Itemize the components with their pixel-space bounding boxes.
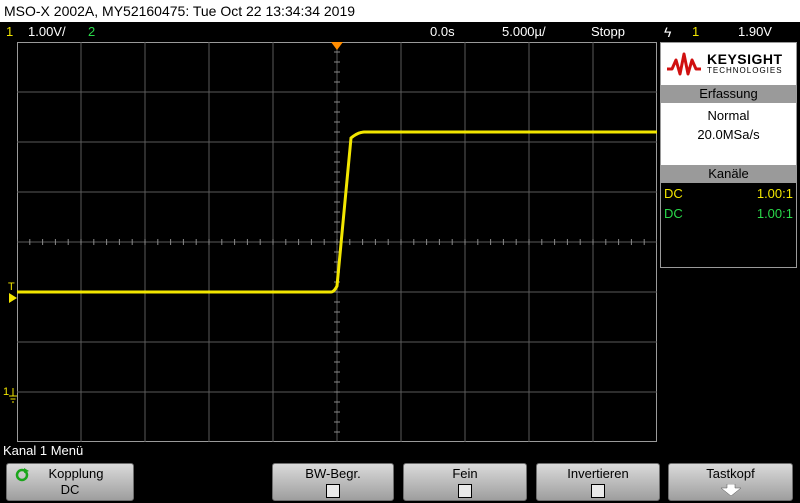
rotate-knob-icon: [15, 468, 29, 482]
fein-label: Fein: [452, 466, 478, 481]
channels-header: Kanäle: [661, 165, 796, 183]
probe-label: Tastkopf: [706, 466, 755, 481]
softkey-invertieren[interactable]: Invertieren: [536, 463, 660, 501]
time-delay: 0.0s: [430, 24, 455, 39]
menu-title: Kanal 1 Menü: [3, 443, 84, 458]
softkey-fein[interactable]: Fein: [403, 463, 527, 501]
trigger-level-arrow-icon: [9, 293, 17, 303]
status-bar: 1 1.00V/ 2 0.0s 5.000µ/ Stopp ϟ 1 1.90V: [0, 22, 800, 42]
keysight-logo: KEYSIGHT TECHNOLOGIES: [661, 43, 796, 87]
ch1-coupling: DC: [664, 186, 683, 201]
softkey-kopplung[interactable]: Kopplung DC: [6, 463, 134, 501]
trigger-level-marker-label: T: [8, 281, 15, 293]
run-state: Stopp: [591, 24, 625, 39]
time-scale: 5.000µ/: [502, 24, 546, 39]
invert-checkbox[interactable]: [591, 484, 605, 498]
ground-icon: [9, 388, 17, 403]
ch2-probe-ratio: 1.00:1: [756, 206, 793, 221]
trigger-edge-icon: ϟ: [664, 24, 672, 40]
acquisition-header: Erfassung: [661, 85, 796, 103]
fein-checkbox[interactable]: [458, 484, 472, 498]
ch1-probe-ratio: 1.00:1: [756, 186, 793, 201]
kopplung-value: DC: [60, 482, 80, 497]
trigger-position-marker: [331, 42, 343, 50]
trigger-source: 1: [692, 24, 700, 39]
sample-rate: 20.0MSa/s: [697, 127, 760, 142]
softkey-tastkopf[interactable]: Tastkopf: [668, 463, 793, 501]
trigger-level: 1.90V: [738, 24, 772, 39]
acquisition-body: Normal 20.0MSa/s: [661, 103, 796, 165]
ch1-indicator[interactable]: 1: [6, 22, 13, 42]
info-panel: KEYSIGHT TECHNOLOGIES Erfassung Normal 2…: [660, 42, 797, 268]
logo-brand: KEYSIGHT: [707, 51, 783, 67]
invert-label: Invertieren: [567, 466, 629, 481]
logo-sub: TECHNOLOGIES: [707, 66, 783, 75]
bw-label: BW-Begr.: [305, 466, 361, 481]
keysight-wave-icon: [667, 52, 701, 76]
softkey-bw-limit[interactable]: BW-Begr.: [272, 463, 394, 501]
ch2-coupling: DC: [664, 206, 683, 221]
graticule: [17, 42, 657, 442]
ch2-indicator[interactable]: 2: [88, 22, 95, 42]
bw-checkbox[interactable]: [326, 484, 340, 498]
acquisition-mode: Normal: [707, 108, 750, 123]
waveform-display[interactable]: [17, 42, 657, 442]
submenu-arrow-down-icon: [719, 483, 742, 497]
title-bar: MSO-X 2002A, MY52160475: Tue Oct 22 13:3…: [0, 0, 800, 22]
trigger-level-marker: T: [8, 281, 15, 293]
ch1-scale: 1.00V/: [28, 24, 66, 39]
